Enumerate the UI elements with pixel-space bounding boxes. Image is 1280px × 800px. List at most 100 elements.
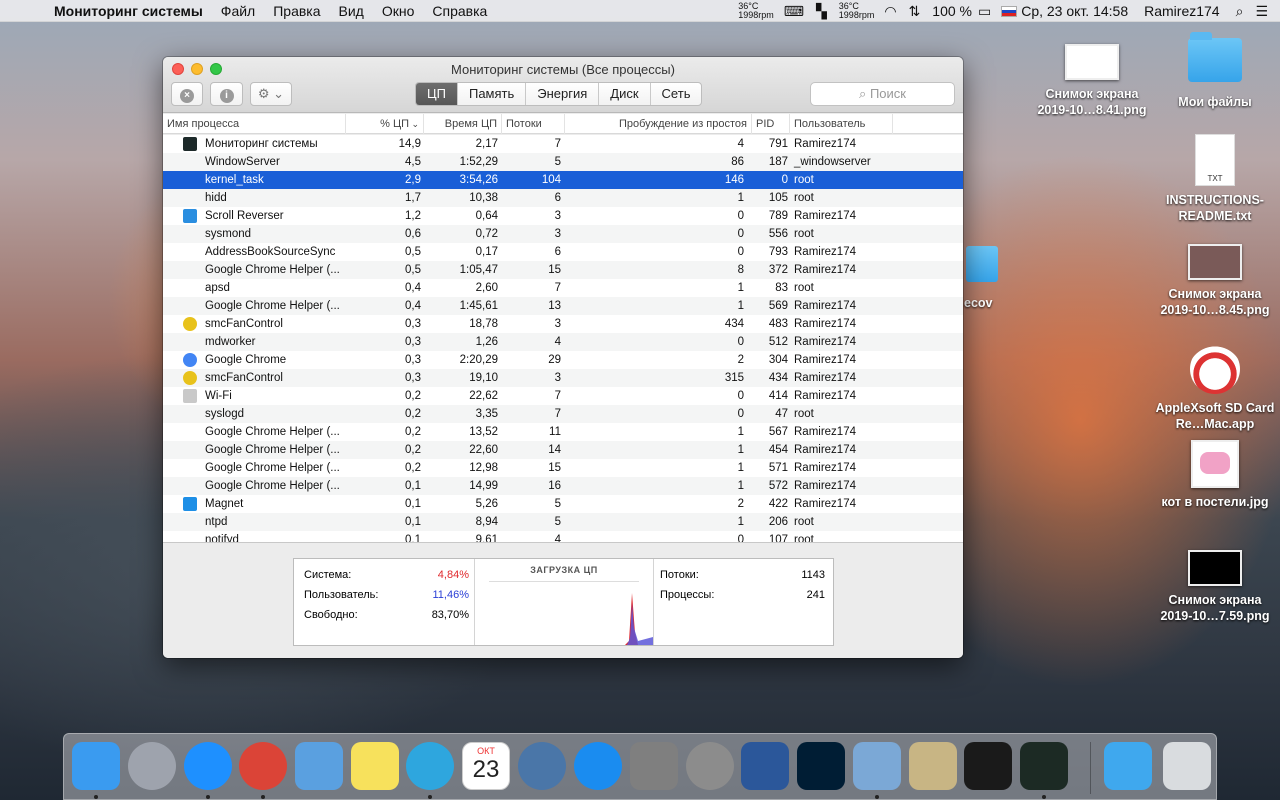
dock-photoshop-icon[interactable] (797, 742, 845, 790)
dock-activity-monitor-icon[interactable] (1020, 742, 1068, 790)
dock-app-store-icon[interactable] (574, 742, 622, 790)
column-header-idle-wakeups[interactable]: Пробуждение из простоя (565, 114, 752, 134)
column-header-pid[interactable]: PID (752, 114, 790, 134)
dock-mail-icon[interactable] (295, 742, 343, 790)
dock-finder-icon[interactable] (72, 742, 120, 790)
datetime[interactable]: Ср, 23 окт. 14:58 (1021, 3, 1128, 19)
desktop-file-screenshot-1[interactable]: Снимок экрана 2019-10…8.41.png (1032, 44, 1152, 118)
tab-cpu[interactable]: ЦП (416, 83, 457, 105)
menu-edit[interactable]: Правка (273, 3, 320, 19)
table-row[interactable]: smcFanControl 0,3 18,78 3 434 483 Ramirez174 (163, 315, 963, 333)
magnet-menu-icon[interactable]: ▚ (816, 3, 827, 20)
process-cpu: 0,3 (405, 372, 421, 384)
menu-app-name[interactable]: Мониторинг системы (54, 3, 203, 19)
scroll-reverser-menu-icon[interactable]: ⇅ (909, 3, 921, 20)
battery-percent[interactable]: 100 % (932, 3, 972, 19)
table-row[interactable]: Magnet 0,1 5,26 5 2 422 Ramirez174 (163, 495, 963, 513)
dock-safari-icon[interactable] (184, 742, 232, 790)
quit-process-button[interactable]: × (171, 82, 203, 106)
table-row[interactable]: Google Chrome Helper (... 0,4 1:45,61 13 1 56… (163, 297, 963, 315)
table-row[interactable]: apsd 0,4 2,60 7 1 83 root (163, 279, 963, 297)
column-header-cpu[interactable]: % ЦП ⌄ (346, 114, 424, 134)
process-pid: 372 (768, 264, 788, 276)
table-row[interactable]: ntpd 0,1 8,94 5 1 206 root (163, 513, 963, 531)
process-pid: 791 (768, 138, 788, 150)
wifi-icon[interactable]: ◠ (884, 3, 896, 20)
menu-file[interactable]: Файл (221, 3, 255, 19)
menu-help[interactable]: Справка (432, 3, 487, 19)
dock-preview-icon[interactable] (853, 742, 901, 790)
desktop-app-sd-card-recovery[interactable]: AppleXsoft SD Card Re…Mac.app (1155, 344, 1275, 432)
table-row[interactable]: Wi-Fi 0,2 22,62 7 0 414 Ramirez174 (163, 387, 963, 405)
table-row[interactable]: Google Chrome Helper (... 0,2 12,98 15 1 571 R… (163, 459, 963, 477)
tab-memory[interactable]: Память (456, 83, 525, 105)
process-cpu: 0,2 (405, 444, 421, 456)
dock-downloads-folder-icon[interactable] (1104, 742, 1152, 790)
dock-calculator-icon[interactable] (630, 742, 678, 790)
process-name: Scroll Reverser (205, 210, 284, 222)
user-name[interactable]: Ramirez174 (1144, 3, 1219, 19)
desktop-file-cat-image[interactable]: кот в постели.jpg (1155, 440, 1275, 510)
dock-mahjong-icon[interactable] (909, 742, 957, 790)
table-row[interactable]: Google Chrome 0,3 2:20,29 29 2 304 Ramirez174 (163, 351, 963, 369)
search-field[interactable]: ⌕ Поиск (810, 82, 955, 106)
table-row[interactable]: Google Chrome Helper (... 0,5 1:05,47 15 8 37… (163, 261, 963, 279)
process-idle-wakeups: 8 (737, 264, 744, 276)
table-row[interactable]: Scroll Reverser 1,2 0,64 3 0 789 Ramirez174 (163, 207, 963, 225)
dock-sd-card-recovery-icon[interactable] (964, 742, 1012, 790)
dock-telegram-icon[interactable] (406, 742, 454, 790)
column-header-cpu-time[interactable]: Время ЦП (424, 114, 502, 134)
desktop-file-readme[interactable]: TXT INSTRUCTIONS-README.txt (1155, 134, 1275, 224)
desktop-file-screenshot-2[interactable]: Снимок экрана 2019-10…8.45.png (1155, 244, 1275, 318)
dock-trash-icon[interactable] (1163, 742, 1211, 790)
table-row[interactable]: sysmond 0,6 0,72 3 0 556 root (163, 225, 963, 243)
dock-system-preferences-icon[interactable] (686, 742, 734, 790)
table-row[interactable]: Google Chrome Helper (... 0,2 22,60 14 1 454 R… (163, 441, 963, 459)
dock-calendar-icon[interactable]: ОКТ 23 (462, 742, 510, 790)
desktop-folder-my-files[interactable]: Мои файлы (1155, 32, 1275, 110)
column-header-threads[interactable]: Потоки (502, 114, 565, 134)
process-cpu-time: 3:54,26 (459, 174, 498, 186)
spotlight-search-icon[interactable]: ⌕ (1236, 3, 1244, 20)
table-row[interactable]: WindowServer 4,5 1:52,29 5 86 187 _windowserve… (163, 153, 963, 171)
table-row[interactable]: AddressBookSourceSync 0,5 0,17 6 0 793 Ramirez… (163, 243, 963, 261)
battery-icon[interactable]: ▭ (978, 3, 991, 20)
fan-status-1[interactable]: 36°C 1998rpm (738, 2, 774, 20)
inspect-process-button[interactable]: i (210, 82, 243, 106)
table-row[interactable]: smcFanControl 0,3 19,10 3 315 434 Ramirez174 (163, 369, 963, 387)
txt-badge: TXT (1207, 174, 1223, 183)
menu-window[interactable]: Окно (382, 3, 415, 19)
menu-view[interactable]: Вид (339, 3, 364, 19)
table-row[interactable]: kernel_task 2,9 3:54,26 104 146 0 root (163, 171, 963, 189)
process-name: Magnet (205, 498, 244, 510)
table-row[interactable]: Google Chrome Helper (... 0,2 13,52 11 1 567 R… (163, 423, 963, 441)
tab-network[interactable]: Сеть (649, 83, 702, 105)
keyboard-icon[interactable]: ⌨ (784, 3, 804, 20)
dock-notes-icon[interactable] (351, 742, 399, 790)
column-header-user[interactable]: Пользователь (790, 114, 893, 134)
notification-center-icon[interactable]: ☰ (1255, 3, 1268, 20)
input-source-flag-icon[interactable] (1001, 5, 1018, 17)
actions-menu-button[interactable]: ⚙ ⌄ (250, 82, 292, 106)
column-header-name[interactable]: Имя процесса (163, 114, 346, 134)
table-row[interactable]: syslogd 0,2 3,35 7 0 47 root (163, 405, 963, 423)
desktop-file-screenshot-3[interactable]: Снимок экрана 2019-10…7.59.png (1155, 550, 1275, 624)
table-row[interactable]: Мониторинг системы 14,9 2,17 7 4 791 Ramirez17… (163, 135, 963, 153)
process-threads: 3 (554, 228, 561, 240)
process-user: root (794, 534, 814, 542)
table-row[interactable]: notifyd 0,1 9,61 4 0 107 root (163, 531, 963, 542)
process-name: AddressBookSourceSync (205, 246, 336, 258)
table-row[interactable]: hidd 1,7 10,38 6 1 105 root (163, 189, 963, 207)
fan-status-2[interactable]: 36°C 1998rpm (839, 2, 875, 20)
process-name: mdworker (205, 336, 256, 348)
partially-hidden-folder-icon[interactable] (966, 246, 998, 282)
column-header-cpu-label: % ЦП (380, 118, 409, 130)
dock-word-icon[interactable] (741, 742, 789, 790)
dock-chrome-icon[interactable] (239, 742, 287, 790)
tab-disk[interactable]: Диск (598, 83, 649, 105)
dock-launchpad-icon[interactable] (128, 742, 176, 790)
tab-energy[interactable]: Энергия (525, 83, 598, 105)
table-row[interactable]: Google Chrome Helper (... 0,1 14,99 16 1 572 R… (163, 477, 963, 495)
table-row[interactable]: mdworker 0,3 1,26 4 0 512 Ramirez174 (163, 333, 963, 351)
dock-vk-icon[interactable] (518, 742, 566, 790)
